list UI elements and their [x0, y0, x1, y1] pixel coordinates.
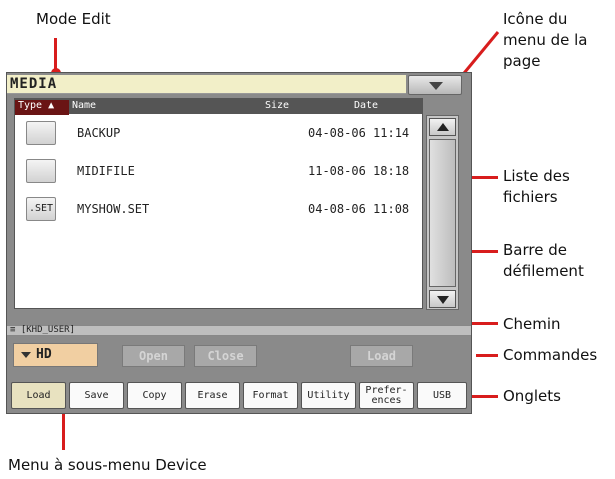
page-title-bar: MEDIA	[7, 75, 406, 94]
path-text: ≡ [KHD_USER]	[10, 325, 76, 335]
set-file-icon: .SET	[26, 197, 56, 221]
command-bar: HD Open Close Load	[7, 339, 471, 373]
tab-bar: Load Save Copy Erase Format Utility Pref…	[7, 379, 471, 413]
triangle-down-icon	[429, 82, 443, 90]
file-date: 04-08-06 11:08	[308, 202, 410, 216]
label-commands: Commandes	[503, 346, 598, 364]
file-row[interactable]: BACKUP 04-08-06 11:14	[15, 117, 422, 153]
column-size[interactable]: Size	[265, 100, 289, 111]
file-list[interactable]: Type ▲ Name Size Date BACKUP 04-08-06 11…	[14, 98, 423, 309]
file-name: MIDIFILE	[77, 164, 135, 178]
media-screen: MEDIA Type ▲ Name Size Date BACKUP 04-08…	[6, 72, 472, 414]
column-date[interactable]: Date	[354, 100, 378, 111]
tab-format[interactable]: Format	[243, 382, 298, 409]
file-date: 04-08-06 11:14	[308, 126, 410, 140]
column-type[interactable]: Type ▲	[15, 100, 69, 115]
file-name: MYSHOW.SET	[77, 202, 150, 216]
label-file-list: Liste des fichiers	[503, 167, 570, 206]
callout-line-scrollbar	[470, 250, 498, 253]
callout-line-commands	[476, 354, 498, 357]
callout-line-tabs	[470, 395, 498, 398]
page-title: MEDIA	[10, 76, 58, 92]
triangle-down-icon	[21, 352, 31, 358]
scrollbar[interactable]	[426, 115, 459, 310]
tab-copy[interactable]: Copy	[127, 382, 182, 409]
tab-usb[interactable]: USB	[417, 382, 467, 409]
tab-erase[interactable]: Erase	[185, 382, 240, 409]
open-button[interactable]: Open	[122, 345, 185, 367]
label-tabs: Onglets	[503, 387, 561, 405]
label-mode-edit: Mode Edit	[36, 10, 111, 28]
page-menu-button[interactable]	[408, 75, 462, 95]
arrow-up-icon	[437, 123, 449, 131]
tab-utility[interactable]: Utility	[301, 382, 356, 409]
label-device-menu: Menu à sous-menu Device	[8, 456, 207, 474]
file-row[interactable]: .SET MYSHOW.SET 04-08-06 11:08	[15, 193, 422, 229]
label-path: Chemin	[503, 315, 561, 333]
device-label: HD	[36, 347, 52, 362]
file-date: 11-08-06 18:18	[308, 164, 410, 178]
file-row[interactable]: MIDIFILE 11-08-06 18:18	[15, 155, 422, 191]
file-name: BACKUP	[77, 126, 121, 140]
label-scrollbar: Barre de défilement	[503, 241, 584, 280]
scroll-thumb[interactable]	[429, 139, 456, 287]
device-menu-button[interactable]: HD	[13, 343, 98, 367]
label-menu-icon: Icône du menu de la page	[503, 10, 588, 70]
file-list-header: Type ▲ Name Size Date	[15, 99, 422, 115]
folder-icon	[26, 159, 56, 183]
close-button[interactable]: Close	[194, 345, 257, 367]
folder-icon	[26, 121, 56, 145]
tab-load[interactable]: Load	[11, 382, 66, 409]
arrow-down-icon	[437, 296, 449, 304]
tab-preferences[interactable]: Prefer- ences	[359, 382, 414, 409]
tab-save[interactable]: Save	[69, 382, 124, 409]
scroll-down-button[interactable]	[429, 290, 456, 308]
column-name[interactable]: Name	[72, 100, 96, 111]
path-bar: ≡ [KHD_USER]	[7, 325, 471, 336]
scroll-up-button[interactable]	[429, 118, 456, 136]
load-button[interactable]: Load	[350, 345, 413, 367]
